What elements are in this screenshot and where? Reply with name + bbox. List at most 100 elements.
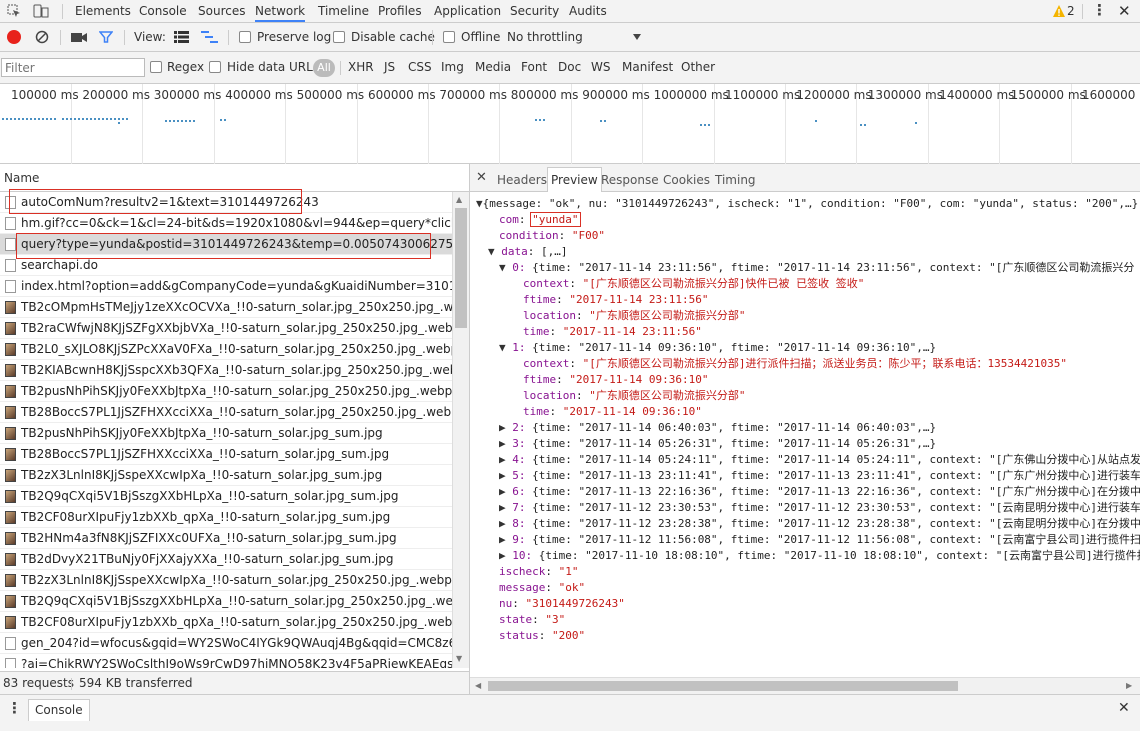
request-row[interactable]: TB2pusNhPihSKJjy0FeXXbJtpXa_!!0-saturn_s… [0,381,452,402]
tab-headers[interactable]: Headers [497,170,547,192]
expand-triangle-icon[interactable]: ▶ [499,437,506,450]
expand-triangle-icon[interactable]: ▶ [499,501,506,514]
expand-triangle-icon[interactable]: ▶ [499,485,506,498]
overview-waterfall-icon[interactable] [201,31,218,43]
tab-sources[interactable]: Sources [198,0,245,22]
request-row[interactable]: TB2pusNhPihSKJjy0FeXXbJtpXa_!!0-saturn_s… [0,423,452,444]
json-item-collapsed-row[interactable]: ▶ 7: {time: "2017-11-12 23:30:53", ftime… [499,500,1140,516]
close-detail-icon[interactable]: ✕ [476,170,487,185]
tab-timeline[interactable]: Timeline [318,0,369,22]
screenshot-camera-icon[interactable] [71,31,87,43]
request-row[interactable]: TB2zX3LnlnI8KJjSspeXXcwIpXa_!!0-saturn_s… [0,465,452,486]
tab-security[interactable]: Security [510,0,559,22]
filter-type-css[interactable]: CSS [408,60,432,74]
preserve-log-checkbox[interactable] [239,31,251,43]
json-item-collapsed-row[interactable]: ▶ 2: {time: "2017-11-14 06:40:03", ftime… [499,420,936,436]
drawer-menu-icon[interactable]: ⋮ [7,699,22,717]
filter-type-all[interactable]: All [313,59,335,77]
tab-profiles[interactable]: Profiles [378,0,422,22]
filter-type-manifest[interactable]: Manifest [622,60,673,74]
filter-type-ws[interactable]: WS [591,60,610,74]
tab-response[interactable]: Response [601,170,659,192]
regex-checkbox[interactable] [150,61,162,73]
scroll-right-icon[interactable]: ▶ [1126,681,1132,690]
request-row[interactable]: TB2Q9qCXqi5V1BjSszgXXbHLpXa_!!0-saturn_s… [0,591,452,612]
expand-triangle-icon[interactable]: ▶ [499,469,506,482]
offline-checkbox[interactable] [443,31,455,43]
request-row[interactable]: TB2dDvyX21TBuNjy0FjXXajyXXa_!!0-saturn_s… [0,549,452,570]
json-item-collapsed-row[interactable]: ▶ 9: {time: "2017-11-12 11:56:08", ftime… [499,532,1140,548]
request-row[interactable]: TB2KIABcwnH8KJjSspcXXb3QFXa_!!0-saturn_s… [0,360,452,381]
json-item-collapsed-row[interactable]: ▶ 3: {time: "2017-11-14 05:26:31", ftime… [499,436,936,452]
filter-type-js[interactable]: JS [384,60,395,74]
request-row[interactable]: TB2zX3LnlnI8KJjSspeXXcwIpXa_!!0-saturn_s… [0,570,452,591]
json-item-collapsed-row[interactable]: ▶ 4: {time: "2017-11-14 05:24:11", ftime… [499,452,1140,468]
more-menu-icon[interactable]: ⋮ [1092,1,1107,19]
warning-icon[interactable] [1052,4,1066,18]
filter-type-img[interactable]: Img [441,60,464,74]
json-item-collapsed-row[interactable]: ▶ 10: {time: "2017-11-10 18:08:10", ftim… [499,548,1140,564]
request-row[interactable]: TB2CF08urXIpuFjy1zbXXb_qpXa_!!0-saturn_s… [0,507,452,528]
throttling-chevron-down-icon[interactable] [633,34,641,40]
filter-type-other[interactable]: Other [681,60,715,74]
scroll-down-icon[interactable]: ▼ [456,654,462,663]
preview-h-scrollbar[interactable]: ◀ ▶ [470,677,1140,694]
json-item-0-row[interactable]: ▼ 0: {time: "2017-11-14 23:11:56", ftime… [499,260,1134,276]
h-scrollbar-thumb[interactable] [488,681,958,691]
scroll-up-icon[interactable]: ▲ [456,195,462,204]
drawer-tab-console[interactable]: Console [28,699,90,721]
request-row[interactable]: TB2Q9qCXqi5V1BjSszgXXbHLpXa_!!0-saturn_s… [0,486,452,507]
device-toolbar-icon[interactable] [33,4,49,18]
json-item-collapsed-row[interactable]: ▶ 6: {time: "2017-11-13 22:16:36", ftime… [499,484,1140,500]
request-row[interactable]: TB2raCWfwjN8KJjSZFgXXbjbVXa_!!0-saturn_s… [0,318,452,339]
request-row[interactable]: hm.gif?cc=0&ck=1&cl=24-bit&ds=1920x1080&… [0,213,452,234]
expand-triangle-icon[interactable]: ▶ [499,517,506,530]
disable-cache-checkbox[interactable] [333,31,345,43]
request-row[interactable]: TB2cOMpmHsTMeJjy1zeXXcOCVXa_!!0-saturn_s… [0,297,452,318]
tab-console[interactable]: Console [139,0,187,22]
name-column-header[interactable]: Name [4,171,39,185]
close-devtools-icon[interactable]: ✕ [1118,2,1131,20]
json-data-row[interactable]: ▼ data: [,…] [488,244,568,260]
timeline-activity-dot [220,119,222,121]
expand-triangle-icon[interactable]: ▶ [499,453,506,466]
request-row[interactable]: index.html?option=add&gCompanyCode=yunda… [0,276,452,297]
scrollbar-thumb[interactable] [455,208,467,328]
json-item-collapsed-row[interactable]: ▶ 8: {time: "2017-11-12 23:28:38", ftime… [499,516,1140,532]
request-row[interactable]: TB28BoccS7PL1JjSZFHXXcciXXa_!!0-saturn_s… [0,402,452,423]
filter-type-font[interactable]: Font [521,60,547,74]
filter-type-media[interactable]: Media [475,60,511,74]
filter-type-xhr[interactable]: XHR [348,60,374,74]
tab-elements[interactable]: Elements [75,0,131,22]
json-root-row[interactable]: ▼{message: "ok", nu: "3101449726243", is… [476,196,1138,212]
filter-type-doc[interactable]: Doc [558,60,581,74]
close-drawer-icon[interactable]: ✕ [1118,700,1130,716]
expand-triangle-icon[interactable]: ▶ [499,421,506,434]
scroll-left-icon[interactable]: ◀ [475,681,481,690]
large-rows-icon[interactable] [174,31,189,43]
request-row[interactable]: gen_204?id=wfocus&gqid=WY2SWoC4IYGk9QWAu… [0,633,452,654]
request-row[interactable]: ?ai=ChikRWY2SWoCslthJ9oWs9rCwD97hiMNO58K… [0,654,452,668]
request-row[interactable]: TB2L0_sXJLO8KJjSZPcXXaV0FXa_!!0-saturn_s… [0,339,452,360]
filter-input[interactable] [1,58,145,77]
expand-triangle-icon[interactable]: ▶ [499,549,506,562]
record-icon[interactable] [7,30,21,44]
request-row[interactable]: TB2HNm4a3fN8KJjSZFIXXc0UFXa_!!0-saturn_s… [0,528,452,549]
requests-scrollbar[interactable]: ▲ ▼ [452,192,469,668]
json-item-1-row[interactable]: ▼ 1: {time: "2017-11-14 09:36:10", ftime… [499,340,936,356]
tab-timing[interactable]: Timing [715,170,756,192]
tab-cookies[interactable]: Cookies [663,170,710,192]
request-row[interactable]: TB2CF08urXIpuFjy1zbXXb_qpXa_!!0-saturn_s… [0,612,452,633]
tab-preview[interactable]: Preview [547,167,602,192]
tab-application[interactable]: Application [434,0,501,22]
clear-icon[interactable] [35,30,49,44]
json-item-collapsed-row[interactable]: ▶ 5: {time: "2017-11-13 23:11:41", ftime… [499,468,1140,484]
hide-data-urls-checkbox[interactable] [209,61,221,73]
expand-triangle-icon[interactable]: ▶ [499,533,506,546]
throttling-select[interactable]: No throttling [507,30,583,44]
request-row[interactable]: TB28BoccS7PL1JjSZFHXXcciXXa_!!0-saturn_s… [0,444,452,465]
tab-audits[interactable]: Audits [569,0,607,22]
inspect-element-icon[interactable] [7,4,21,18]
filter-funnel-icon[interactable] [98,30,114,44]
tab-network[interactable]: Network [255,0,306,22]
